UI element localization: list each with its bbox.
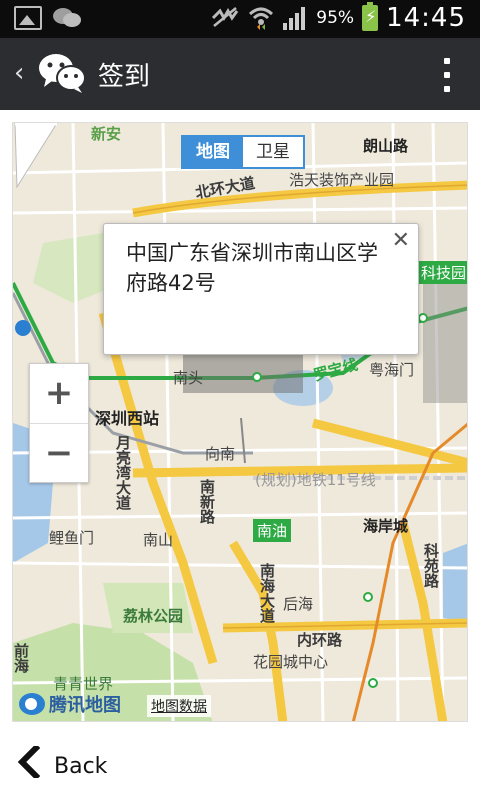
wechat-notification-icon bbox=[52, 6, 82, 30]
map-data-link[interactable]: 地图数据 bbox=[147, 695, 211, 717]
battery-charging-icon: ⚡ bbox=[362, 2, 379, 31]
map-type-toggle: 地图 卫星 bbox=[181, 135, 305, 169]
signal-icon bbox=[283, 7, 306, 30]
zoom-in-button[interactable]: + bbox=[30, 364, 88, 424]
mute-icon bbox=[212, 7, 239, 27]
tencent-brand: 腾讯地图 bbox=[49, 695, 121, 716]
metro-station bbox=[368, 678, 378, 688]
map-label: 浩天装饰产业园 bbox=[289, 171, 395, 189]
map-label: 鲤鱼门 bbox=[49, 529, 95, 547]
map-label: 科技园 bbox=[417, 261, 467, 284]
page-title: 签到 bbox=[98, 62, 151, 92]
status-bar: 95% ⚡ 14:45 bbox=[0, 0, 480, 38]
map-mode-button[interactable]: 地图 bbox=[183, 137, 243, 167]
map-label: 南海大道 bbox=[258, 563, 276, 623]
map-label: 花园城中心 bbox=[253, 653, 329, 671]
battery-percent: 95% bbox=[316, 8, 355, 28]
location-popup: 中国广东省深圳市南山区学府路42号 ✕ bbox=[103, 223, 419, 355]
metro-station bbox=[418, 313, 428, 323]
map-label: 朗山路 bbox=[363, 137, 409, 155]
metro-station bbox=[363, 592, 373, 602]
map-label: 南新路 bbox=[198, 479, 216, 524]
zoom-out-button[interactable]: − bbox=[30, 424, 88, 484]
map-label: 前海 bbox=[12, 643, 30, 673]
metro-station-icon bbox=[15, 320, 31, 336]
back-label: Back bbox=[54, 754, 108, 779]
map-label: 南油 bbox=[253, 519, 292, 542]
popup-pointer bbox=[14, 123, 58, 189]
wifi-icon bbox=[249, 7, 274, 30]
map-label: 荔林公园 bbox=[123, 607, 184, 625]
tencent-logo-icon bbox=[19, 693, 45, 715]
map-label: 内环路 bbox=[297, 631, 343, 649]
map-label: 南山 bbox=[143, 531, 174, 549]
picture-icon bbox=[14, 6, 42, 30]
app-bar: ‹ 签到 bbox=[0, 38, 480, 110]
map-label: 后海 bbox=[283, 595, 314, 613]
status-bar-system: 95% ⚡ 14:45 bbox=[210, 2, 466, 33]
zoom-controls: + − bbox=[29, 363, 89, 483]
close-icon[interactable]: ✕ bbox=[392, 228, 410, 253]
location-address: 中国广东省深圳市南山区学府路42号 bbox=[126, 241, 378, 295]
map-label: 新安 bbox=[91, 125, 122, 143]
map-label: 向南 bbox=[205, 445, 236, 463]
map-view[interactable]: 新安 朗山路 北环大道 浩天装饰产业园 科技园 南头 罗宝线 粤海门 深圳西站 … bbox=[12, 122, 468, 722]
map-label: 深圳西站 bbox=[95, 409, 160, 428]
chevron-left-icon bbox=[18, 746, 40, 778]
map-label: (规划)地铁11号线 bbox=[255, 471, 376, 489]
map-label: 海岸城 bbox=[363, 517, 409, 535]
back-button[interactable]: Back bbox=[0, 736, 480, 800]
metro-station bbox=[252, 372, 262, 382]
status-bar-notifications bbox=[14, 6, 82, 30]
tencent-map-logo: 腾讯地图 bbox=[19, 691, 121, 717]
satellite-mode-button[interactable]: 卫星 bbox=[243, 137, 303, 167]
more-vertical-icon[interactable] bbox=[444, 58, 450, 92]
map-label: 月亮湾大道 bbox=[114, 435, 132, 510]
water-area bbox=[443, 543, 467, 623]
chevron-left-icon[interactable]: ‹ bbox=[14, 58, 24, 88]
map-label: 粤海门 bbox=[369, 361, 415, 379]
map-label: 南头 bbox=[173, 369, 204, 387]
wechat-logo[interactable] bbox=[38, 52, 86, 94]
clock: 14:45 bbox=[386, 3, 466, 33]
map-label: 科苑路 bbox=[422, 543, 440, 588]
